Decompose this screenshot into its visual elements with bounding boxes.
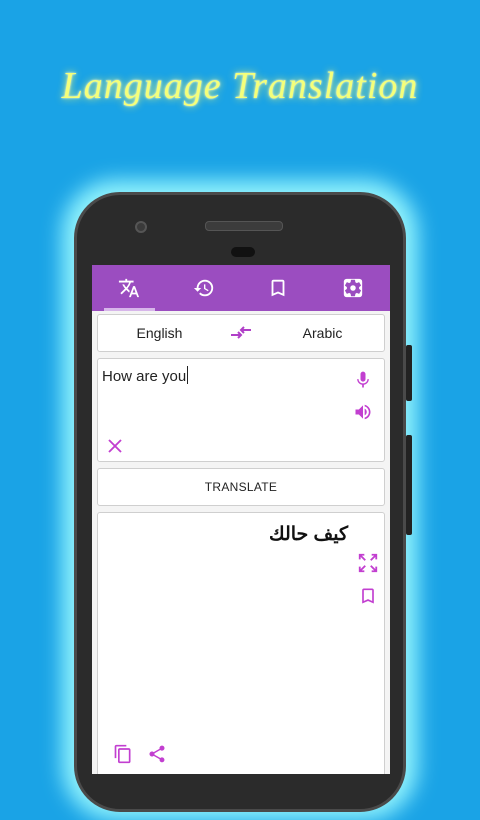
camera-icon [135, 221, 147, 233]
mic-icon [357, 371, 369, 388]
volume-button [406, 435, 412, 535]
translate-icon [119, 278, 140, 298]
tab-translate[interactable] [92, 265, 167, 311]
copy-button[interactable] [112, 743, 134, 765]
bookmark-translation-button[interactable] [357, 585, 379, 607]
fullscreen-icon [358, 553, 378, 573]
share-button[interactable] [146, 743, 168, 765]
input-box[interactable]: How are you [97, 358, 385, 462]
copy-icon [114, 744, 131, 764]
text-caret [187, 366, 189, 384]
proximity-sensor [231, 247, 255, 257]
translate-button[interactable]: TRANSLATE [97, 468, 385, 506]
target-language[interactable]: Arabic [261, 325, 384, 341]
clear-button[interactable] [104, 435, 126, 457]
earpiece-speaker [205, 221, 283, 231]
close-icon [108, 439, 122, 453]
swap-icon [231, 326, 251, 339]
promo-title: Language Translation [61, 65, 419, 107]
swap-languages-button[interactable] [221, 325, 261, 341]
output-box: كيف حالك [97, 512, 385, 774]
speak-button[interactable] [352, 401, 374, 423]
tab-bookmarks[interactable] [241, 265, 316, 311]
app-bar [92, 265, 390, 311]
tab-settings[interactable] [316, 265, 391, 311]
mic-button[interactable] [352, 369, 374, 391]
source-language[interactable]: English [98, 325, 221, 341]
input-text: How are you [102, 368, 187, 385]
history-icon [193, 279, 213, 297]
tab-history[interactable] [167, 265, 242, 311]
bookmark-icon [271, 279, 285, 297]
power-button [406, 345, 412, 401]
share-icon [149, 745, 165, 763]
settings-icon [343, 278, 362, 298]
speaker-icon [355, 404, 371, 420]
app-screen: English Arabic How are you TRANSLATE كيف… [92, 265, 390, 774]
bookmark-icon [362, 588, 374, 604]
input-text-field[interactable]: How are you [102, 366, 189, 385]
translated-text: كيف حالك [268, 524, 348, 545]
language-selector: English Arabic [97, 314, 385, 352]
fullscreen-button[interactable] [356, 551, 380, 575]
